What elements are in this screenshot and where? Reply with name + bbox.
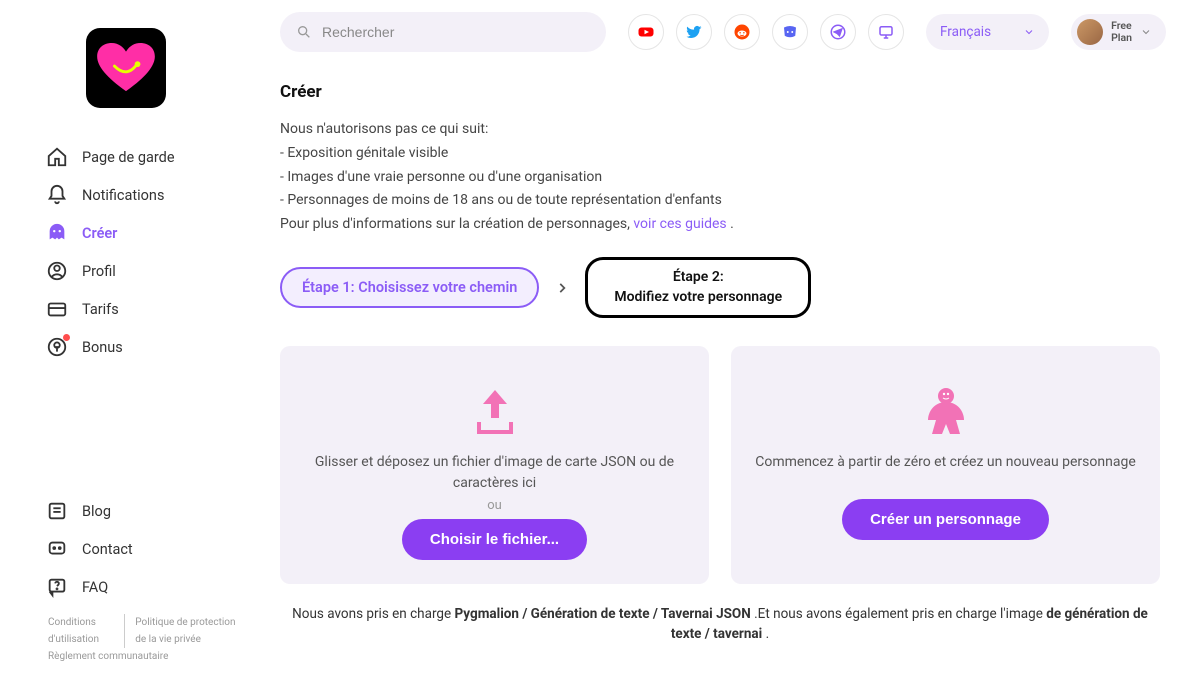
upload-desc: Glisser et déposez un fichier d'image de… bbox=[304, 452, 685, 494]
nav-pricing[interactable]: Tarifs bbox=[46, 290, 248, 328]
profile-icon bbox=[46, 260, 68, 282]
nav-label: Contact bbox=[82, 541, 133, 558]
home-icon bbox=[46, 146, 68, 168]
plan-selector[interactable]: Free Plan bbox=[1071, 14, 1166, 50]
nav-label: FAQ bbox=[82, 579, 108, 596]
language-label: Français bbox=[940, 24, 991, 40]
chevron-right-icon bbox=[555, 281, 569, 295]
rule-item: - Exposition génitale visible bbox=[280, 142, 1160, 166]
nav-faq[interactable]: FAQ bbox=[46, 568, 248, 606]
nav-label: Page de garde bbox=[82, 149, 175, 166]
choose-file-button[interactable]: Choisir le fichier... bbox=[402, 519, 587, 560]
upload-or: ou bbox=[304, 498, 685, 513]
rule-item: - Images d'une vraie personne ou d'une o… bbox=[280, 166, 1160, 190]
step-1[interactable]: Étape 1: Choisissez votre chemin bbox=[280, 267, 539, 308]
discord-link[interactable] bbox=[772, 14, 808, 50]
ghost-icon bbox=[46, 222, 68, 244]
nav-label: Profil bbox=[82, 263, 116, 280]
page-title: Créer bbox=[280, 82, 1160, 102]
nav-profile[interactable]: Profil bbox=[46, 252, 248, 290]
blog-icon bbox=[46, 500, 68, 522]
link-terms[interactable]: Conditions d'utilisation bbox=[48, 614, 112, 648]
avatar bbox=[1077, 19, 1103, 45]
nav-home[interactable]: Page de garde bbox=[46, 138, 248, 176]
guides-link[interactable]: voir ces guides bbox=[633, 216, 726, 232]
create-card[interactable]: Commencez à partir de zéro et créez un n… bbox=[731, 346, 1160, 584]
person-icon bbox=[755, 380, 1136, 444]
plan-text: Free Plan bbox=[1111, 20, 1132, 43]
search-icon bbox=[296, 24, 312, 40]
main: Français Free Plan Créer Nous n'autoriso… bbox=[252, 0, 1200, 675]
link-privacy[interactable]: Politique de protection de la vie privée bbox=[124, 614, 242, 648]
youtube-link[interactable] bbox=[628, 14, 664, 50]
telegram-link[interactable] bbox=[820, 14, 856, 50]
chevron-down-icon bbox=[1140, 26, 1152, 38]
chat-icon bbox=[46, 538, 68, 560]
faq-icon bbox=[46, 576, 68, 598]
language-selector[interactable]: Français bbox=[926, 14, 1049, 50]
nav-contact[interactable]: Contact bbox=[46, 530, 248, 568]
card-icon bbox=[46, 298, 68, 320]
content: Créer Nous n'autorisons pas ce qui suit:… bbox=[252, 64, 1200, 645]
display-link[interactable] bbox=[868, 14, 904, 50]
nav-label: Notifications bbox=[82, 187, 164, 204]
bell-icon bbox=[46, 184, 68, 206]
reddit-link[interactable] bbox=[724, 14, 760, 50]
steps: Étape 1: Choisissez votre chemin Étape 2… bbox=[280, 257, 1160, 318]
upload-icon bbox=[304, 380, 685, 444]
search-input[interactable] bbox=[322, 24, 590, 40]
rules-intro: Nous n'autorisons pas ce qui suit: bbox=[280, 118, 1160, 142]
bonus-icon bbox=[46, 336, 68, 358]
link-community[interactable]: Règlement communautaire bbox=[48, 648, 242, 665]
rule-item: - Personnages de moins de 18 ans ou de t… bbox=[280, 189, 1160, 213]
nav-blog[interactable]: Blog bbox=[46, 492, 248, 530]
nav-label: Créer bbox=[82, 225, 117, 242]
nav-create[interactable]: Créer bbox=[46, 214, 248, 252]
nav-notifications[interactable]: Notifications bbox=[46, 176, 248, 214]
nav-label: Bonus bbox=[82, 339, 123, 356]
sidebar: Page de garde Notifications Créer Profil… bbox=[0, 0, 252, 675]
search-box[interactable] bbox=[280, 12, 606, 52]
create-desc: Commencez à partir de zéro et créez un n… bbox=[755, 452, 1136, 473]
rules: Nous n'autorisons pas ce qui suit: - Exp… bbox=[280, 118, 1160, 237]
social-links bbox=[628, 14, 904, 50]
create-character-button[interactable]: Créer un personnage bbox=[842, 499, 1049, 540]
nav-primary: Page de garde Notifications Créer Profil… bbox=[0, 138, 252, 366]
nav-label: Blog bbox=[82, 503, 111, 520]
option-cards: Glisser et déposez un fichier d'image de… bbox=[280, 346, 1160, 584]
rules-more: Pour plus d'informations sur la création… bbox=[280, 213, 1160, 237]
step-2[interactable]: Étape 2: Modifiez votre personnage bbox=[585, 257, 811, 318]
nav-label: Tarifs bbox=[82, 301, 119, 318]
twitter-link[interactable] bbox=[676, 14, 712, 50]
app-logo[interactable] bbox=[86, 28, 166, 108]
chevron-down-icon bbox=[1023, 26, 1035, 38]
footer-links: Conditions d'utilisation Politique de pr… bbox=[0, 606, 252, 665]
nav-secondary: Blog Contact FAQ bbox=[0, 492, 252, 606]
topbar: Français Free Plan bbox=[252, 0, 1200, 64]
upload-card[interactable]: Glisser et déposez un fichier d'image de… bbox=[280, 346, 709, 584]
support-text: Nous avons pris en charge Pygmalion / Gé… bbox=[280, 604, 1160, 645]
nav-bonus[interactable]: Bonus bbox=[46, 328, 248, 366]
